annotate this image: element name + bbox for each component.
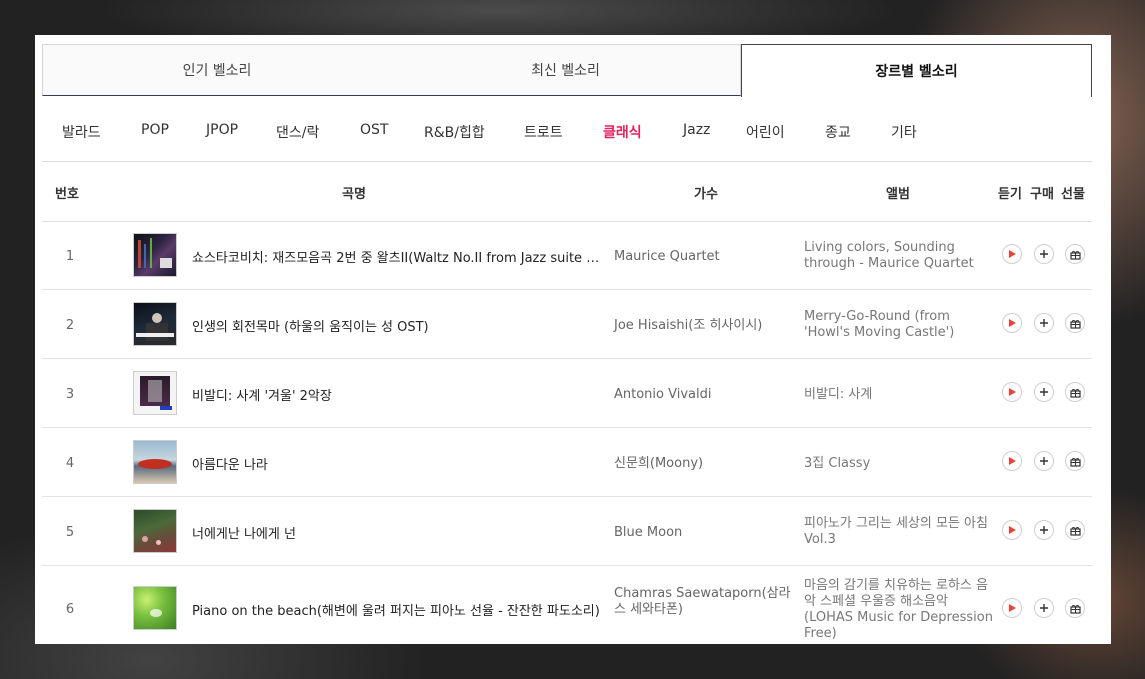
song-artist[interactable]: Joe Hisaishi(조 히사이시) [614,318,794,334]
plus-icon[interactable] [1034,598,1054,618]
plus-icon[interactable] [1034,244,1054,264]
album-cover[interactable] [133,302,177,346]
song-album[interactable]: Merry-Go-Round (from 'Howl's Moving Cast… [804,309,994,341]
play-icon[interactable] [1002,598,1022,618]
row-number: 4 [65,456,75,471]
play-icon[interactable] [1002,520,1022,540]
album-cover[interactable] [133,509,177,553]
song-album[interactable]: 마음의 감기를 치유하는 로하스 음악 스페셜 우울증 해소음악 (LOHAS … [804,578,994,642]
song-album[interactable]: 비발디: 사계 [804,387,994,403]
gift-icon[interactable] [1065,244,1085,264]
header-buy: 구매 [1030,187,1054,202]
gift-icon[interactable] [1065,451,1085,471]
song-artist[interactable]: Antonio Vivaldi [614,387,794,403]
row-actions [1002,244,1092,266]
album-cover[interactable] [133,371,177,415]
row-actions [1002,520,1092,542]
song-title[interactable]: 쇼스타코비치: 재즈모음곡 2번 중 왈츠II(Waltz No.II from… [192,247,607,266]
table-row: 5 너에게난 나에게 넌 Blue Moon 피아노가 그리는 세상의 모든 아… [42,497,1092,566]
album-cover[interactable] [133,586,177,630]
song-artist[interactable]: Chamras Saewataporn(삼라스 세와타폰) [614,586,794,618]
song-title[interactable]: Piano on the beach(해변에 울려 퍼지는 피아노 선율 - 잔… [192,600,607,619]
tab-bar: 인기 벨소리 최신 벨소리 장르별 벨소리 [42,44,1092,97]
play-icon[interactable] [1002,313,1022,333]
song-artist[interactable]: Maurice Quartet [614,249,794,265]
genre-religion[interactable]: 종교 [825,122,851,142]
header-num: 번호 [55,187,79,202]
song-title[interactable]: 너에게난 나에게 넌 [192,523,607,542]
ringtone-panel: 인기 벨소리 최신 벨소리 장르별 벨소리 발라드 POP JPOP 댄스/락 … [35,35,1111,644]
play-icon[interactable] [1002,382,1022,402]
gift-icon[interactable] [1065,598,1085,618]
table-row: 3 비발디: 사계 '겨울' 2악장 Antonio Vivaldi 비발디: … [42,359,1092,428]
genre-ost[interactable]: OST [360,122,388,138]
genre-kids[interactable]: 어린이 [746,122,785,142]
tab-popular[interactable]: 인기 벨소리 [42,44,392,96]
header-artist: 가수 [694,187,718,202]
plus-icon[interactable] [1034,313,1054,333]
album-cover[interactable] [133,440,177,484]
genre-trot[interactable]: 트로트 [524,122,563,142]
genre-dance-rock[interactable]: 댄스/락 [276,122,319,142]
genre-jpop[interactable]: JPOP [206,122,238,138]
table-row: 2 인생의 회전목마 (하울의 움직이는 성 OST) Joe Hisaishi… [42,290,1092,359]
row-number: 6 [65,602,75,617]
row-actions [1002,313,1092,335]
table-header: 번호 곡명 가수 앨범 듣기 구매 선물 [42,162,1092,222]
song-title[interactable]: 비발디: 사계 '겨울' 2악장 [192,385,607,404]
play-icon[interactable] [1002,244,1022,264]
row-number: 2 [65,318,75,333]
header-album: 앨범 [886,187,910,202]
song-album[interactable]: Living colors, Sounding through - Mauric… [804,240,994,272]
table-row: 1 쇼스타코비치: 재즈모음곡 2번 중 왈츠II(Waltz No.II fr… [42,221,1092,290]
genre-classic[interactable]: 클래식 [603,122,642,142]
album-cover[interactable] [133,233,177,277]
song-title[interactable]: 아름다운 나라 [192,454,607,473]
row-number: 5 [65,525,75,540]
header-gift: 선물 [1061,187,1085,202]
genre-ballad[interactable]: 발라드 [62,122,101,142]
row-actions [1002,598,1092,620]
row-actions [1002,451,1092,473]
plus-icon[interactable] [1034,451,1054,471]
gift-icon[interactable] [1065,313,1085,333]
header-listen: 듣기 [998,187,1022,202]
row-actions [1002,382,1092,404]
row-number: 1 [65,249,75,264]
table-row: 4 아름다운 나라 신문희(Moony) 3집 Classy [42,428,1092,497]
song-album[interactable]: 피아노가 그리는 세상의 모든 아침 Vol.3 [804,516,994,548]
plus-icon[interactable] [1034,382,1054,402]
song-artist[interactable]: 신문희(Moony) [614,456,794,472]
tab-genre[interactable]: 장르별 벨소리 [741,44,1092,97]
gift-icon[interactable] [1065,382,1085,402]
genre-rnb-hiphop[interactable]: R&B/힙합 [424,122,485,142]
header-title: 곡명 [342,187,366,202]
gift-icon[interactable] [1065,520,1085,540]
row-number: 3 [65,387,75,402]
tab-latest[interactable]: 최신 벨소리 [391,44,741,96]
plus-icon[interactable] [1034,520,1054,540]
song-album[interactable]: 3집 Classy [804,456,994,472]
genre-filter-bar: 발라드 POP JPOP 댄스/락 OST R&B/힙합 트로트 클래식 Jaz… [42,97,1092,162]
genre-pop[interactable]: POP [141,122,169,138]
table-row: 6 Piano on the beach(해변에 울려 퍼지는 피아노 선율 -… [42,566,1092,644]
genre-jazz[interactable]: Jazz [683,122,710,138]
genre-etc[interactable]: 기타 [891,122,917,142]
song-artist[interactable]: Blue Moon [614,525,794,541]
song-title[interactable]: 인생의 회전목마 (하울의 움직이는 성 OST) [192,316,607,335]
play-icon[interactable] [1002,451,1022,471]
